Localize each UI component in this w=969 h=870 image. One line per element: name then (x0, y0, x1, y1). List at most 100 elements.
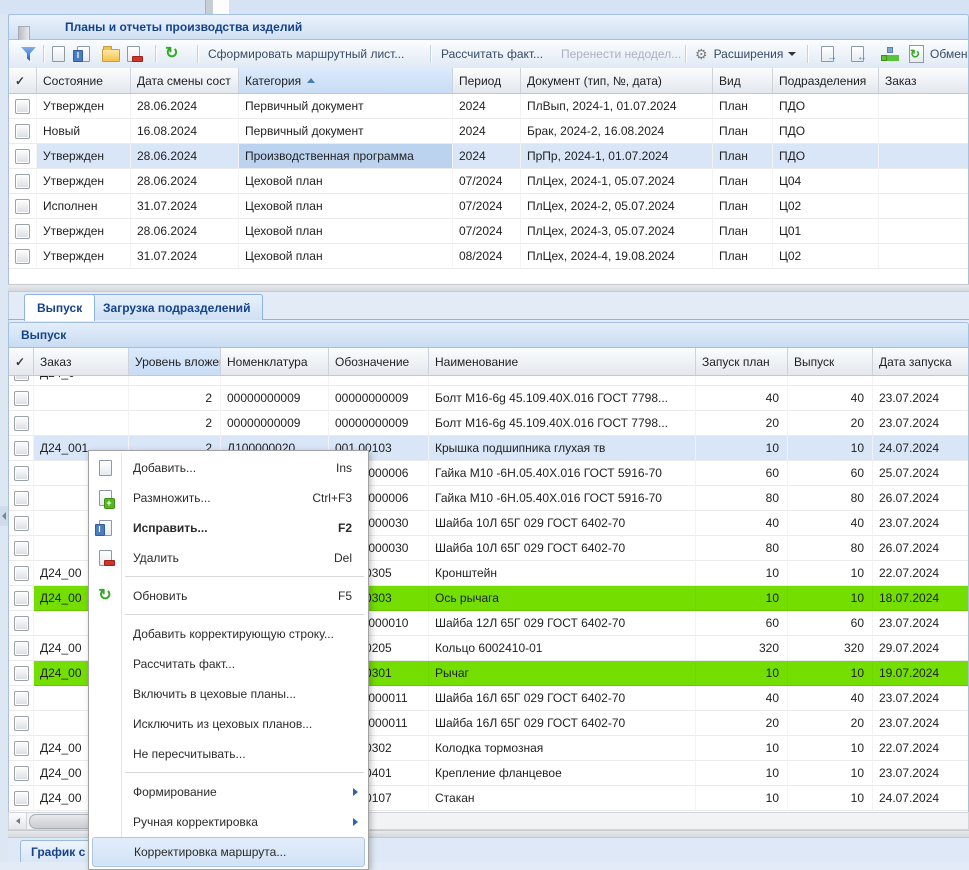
column-header[interactable]: Вид (713, 68, 773, 93)
table-row[interactable]: Утвержден28.06.2024Производственная прог… (9, 144, 968, 169)
exchange-button[interactable]: Обмен (909, 40, 968, 68)
table-row[interactable]: Новый16.08.2024Первичный документ2024Бра… (9, 119, 968, 144)
row-checkbox[interactable] (14, 391, 29, 406)
refresh-icon: ↻ (165, 46, 178, 62)
menu-item[interactable]: Добавить корректирующую строку... (89, 619, 368, 649)
row-checkbox[interactable] (15, 249, 30, 264)
row-checkbox[interactable] (15, 99, 30, 114)
delete-button[interactable] (127, 40, 140, 68)
table-row[interactable]: Исполнен31.07.2024Цеховой план07/2024ПлЦ… (9, 194, 968, 219)
row-checkbox[interactable] (14, 591, 29, 606)
form-route-sheet-button[interactable]: Сформировать маршрутный лист... (208, 40, 404, 68)
menu-item[interactable]: Рассчитать факт... (89, 649, 368, 679)
row-checkbox[interactable] (14, 491, 29, 506)
menu-item[interactable]: Корректировка маршрута... (92, 837, 365, 867)
check-icon (15, 355, 25, 369)
menu-item[interactable]: Включить в цеховые планы... (89, 679, 368, 709)
export-button[interactable] (821, 40, 834, 68)
extensions-button[interactable]: ⚙ Расширения (695, 40, 796, 68)
column-header[interactable]: Выпуск (788, 348, 873, 375)
select-all-header[interactable] (9, 68, 37, 93)
table-cell: 16.08.2024 (131, 119, 239, 144)
splitter-handle[interactable] (8, 284, 969, 292)
column-header[interactable]: Заказ (879, 68, 969, 93)
row-checkbox[interactable] (14, 566, 29, 581)
menu-item[interactable]: Добавить...Ins (89, 453, 368, 483)
menu-item[interactable]: Не пересчитывать... (89, 739, 368, 769)
menu-item[interactable]: Ручная корректировка (89, 807, 368, 837)
table-row[interactable]: Д24_0 (9, 376, 968, 386)
select-all-header[interactable] (9, 348, 34, 375)
tab-vypusk[interactable]: Выпуск (24, 294, 95, 321)
row-checkbox[interactable] (14, 376, 29, 381)
column-header[interactable]: Период (453, 68, 521, 93)
column-header[interactable]: Наименование (429, 348, 696, 375)
table-cell: 23.07.2024 (873, 386, 969, 411)
column-header[interactable]: Подразделения (773, 68, 879, 93)
menu-item[interactable]: Исключить из цеховых планов... (89, 709, 368, 739)
column-header[interactable]: Категория (239, 68, 453, 93)
row-checkbox[interactable] (14, 766, 29, 781)
row-checkbox[interactable] (15, 124, 30, 139)
collapse-left-icon[interactable] (0, 506, 8, 526)
column-header[interactable]: Номенклатура (221, 348, 329, 375)
row-checkbox[interactable] (14, 741, 29, 756)
table-cell: ПрПр, 2024-1, 01.07.2024 (521, 144, 713, 169)
table-cell: 40 (696, 386, 788, 411)
row-checkbox[interactable] (14, 666, 29, 681)
background-window-strip (0, 0, 969, 15)
table-cell (879, 144, 969, 169)
tab-zagruzka-podrazdeleniy[interactable]: Загрузка подразделений (90, 294, 263, 320)
menu-item[interactable]: УдалитьDel (89, 543, 368, 573)
menu-item[interactable]: Размножить...Ctrl+F3 (89, 483, 368, 513)
column-header[interactable]: Запуск план (696, 348, 788, 375)
column-header[interactable]: Уровень вложен (129, 348, 221, 375)
grid-header: ЗаказУровень вложенНоменклатураОбозначен… (9, 348, 968, 376)
column-header[interactable]: Дата запуска (873, 348, 969, 375)
tab-label: Выпуск (37, 301, 82, 315)
table-row[interactable]: 20000000000900000000009Болт М16-6g 45.10… (9, 386, 968, 411)
row-checkbox[interactable] (14, 541, 29, 556)
row-checkbox[interactable] (15, 224, 30, 239)
menu-item[interactable]: Формирование (89, 777, 368, 807)
row-checkbox[interactable] (14, 641, 29, 656)
column-header[interactable]: Дата смены сост (131, 68, 239, 93)
scroll-left-button[interactable] (9, 813, 27, 829)
row-checkbox[interactable] (14, 516, 29, 531)
row-checkbox[interactable] (14, 466, 29, 481)
row-checkbox[interactable] (14, 416, 29, 431)
calc-fact-button[interactable]: Рассчитать факт... (441, 40, 543, 68)
row-checkbox[interactable] (14, 791, 29, 806)
refresh-button[interactable]: ↻ (165, 40, 178, 68)
row-checkbox[interactable] (14, 716, 29, 731)
table-cell (879, 244, 969, 269)
import-button[interactable] (851, 40, 864, 68)
column-header[interactable]: Состояние (37, 68, 131, 93)
table-row[interactable]: Утвержден31.07.2024Цеховой план08/2024Пл… (9, 244, 968, 269)
table-row[interactable]: 20000000000900000000009Болт М16-6g 45.10… (9, 411, 968, 436)
open-button[interactable] (102, 40, 120, 68)
table-row[interactable]: Утвержден28.06.2024Цеховой план07/2024Пл… (9, 219, 968, 244)
hierarchy-button[interactable] (881, 40, 897, 68)
menu-item-label: Корректировка маршрута... (134, 845, 286, 859)
column-header[interactable]: Документ (тип, №, дата) (521, 68, 713, 93)
table-row[interactable]: Утвержден28.06.2024Цеховой план07/2024Пл… (9, 169, 968, 194)
column-header[interactable]: Заказ (34, 348, 129, 375)
table-cell: Кронштейн (429, 561, 696, 586)
table-cell: Ц02 (773, 194, 879, 219)
filter-button[interactable] (21, 40, 36, 68)
add-button[interactable] (52, 40, 65, 68)
menu-item[interactable]: Исправить...F2 (89, 513, 368, 543)
edit-button[interactable] (77, 40, 90, 68)
row-checkbox[interactable] (15, 199, 30, 214)
table-row[interactable]: Утвержден28.06.2024Первичный документ202… (9, 94, 968, 119)
row-checkbox[interactable] (14, 691, 29, 706)
row-checkbox[interactable] (14, 441, 29, 456)
row-checkbox[interactable] (15, 149, 30, 164)
menu-item-label: Исключить из цеховых планов... (133, 717, 312, 731)
table-cell: 08/2024 (453, 244, 521, 269)
row-checkbox[interactable] (14, 616, 29, 631)
menu-item[interactable]: ↻ОбновитьF5 (89, 581, 368, 611)
column-header[interactable]: Обозначение (329, 348, 429, 375)
row-checkbox[interactable] (15, 174, 30, 189)
